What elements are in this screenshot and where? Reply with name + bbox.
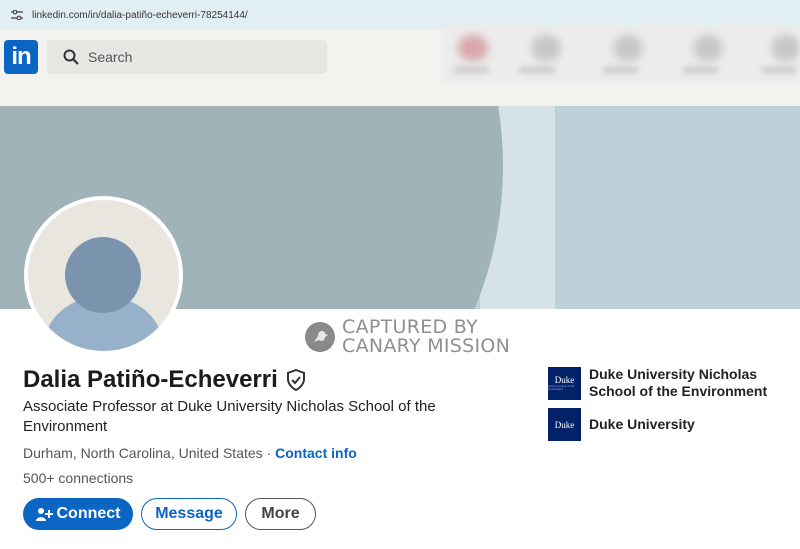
profile-headline: Associate Professor at Duke University N… xyxy=(23,398,436,435)
search-input[interactable]: Search xyxy=(47,40,327,74)
site-settings-icon[interactable] xyxy=(10,8,24,22)
connect-label: Connect xyxy=(56,505,121,522)
url-text[interactable]: linkedin.com/in/dalia-patiño-echeverri-7… xyxy=(32,10,248,21)
verified-shield-icon[interactable] xyxy=(286,369,306,391)
avatar-head-shape xyxy=(65,237,141,313)
connections-count[interactable]: 500+ connections xyxy=(23,470,133,486)
profile-name: Dalia Patiño-Echeverri xyxy=(23,366,278,393)
education-name: Duke University xyxy=(589,416,695,432)
education-item[interactable]: Duke NICHOLAS SCHOOL OF THE ENVIRONMENT … xyxy=(548,366,769,400)
education-name: Duke University Nicholas School of the E… xyxy=(589,366,768,399)
education-item[interactable]: Duke Duke University xyxy=(548,408,769,441)
blurred-nav-icons xyxy=(443,25,800,85)
separator: · xyxy=(262,445,276,461)
profile-location: Durham, North Carolina, United States xyxy=(23,445,263,461)
profile-name-row: Dalia Patiño-Echeverri xyxy=(23,366,306,394)
watermark: CAPTURED BY CANARY MISSION xyxy=(305,318,510,356)
contact-info-link[interactable]: Contact info xyxy=(275,445,357,461)
linkedin-logo[interactable]: in xyxy=(4,40,38,74)
more-button[interactable]: More xyxy=(245,498,316,530)
search-icon xyxy=(63,49,79,65)
profile-avatar[interactable] xyxy=(24,196,183,355)
connect-button[interactable]: Connect xyxy=(23,498,133,530)
watermark-line-2: CANARY MISSION xyxy=(342,335,511,357)
profile-location-row: Durham, North Carolina, United States · … xyxy=(23,445,357,461)
add-person-icon xyxy=(35,508,53,521)
page-gap xyxy=(0,84,800,106)
canary-bird-icon xyxy=(305,322,335,352)
duke-university-logo: Duke xyxy=(548,408,581,441)
message-button[interactable]: Message xyxy=(141,498,237,530)
search-placeholder: Search xyxy=(88,49,133,65)
duke-nicholas-logo: Duke NICHOLAS SCHOOL OF THE ENVIRONMENT xyxy=(548,366,581,400)
